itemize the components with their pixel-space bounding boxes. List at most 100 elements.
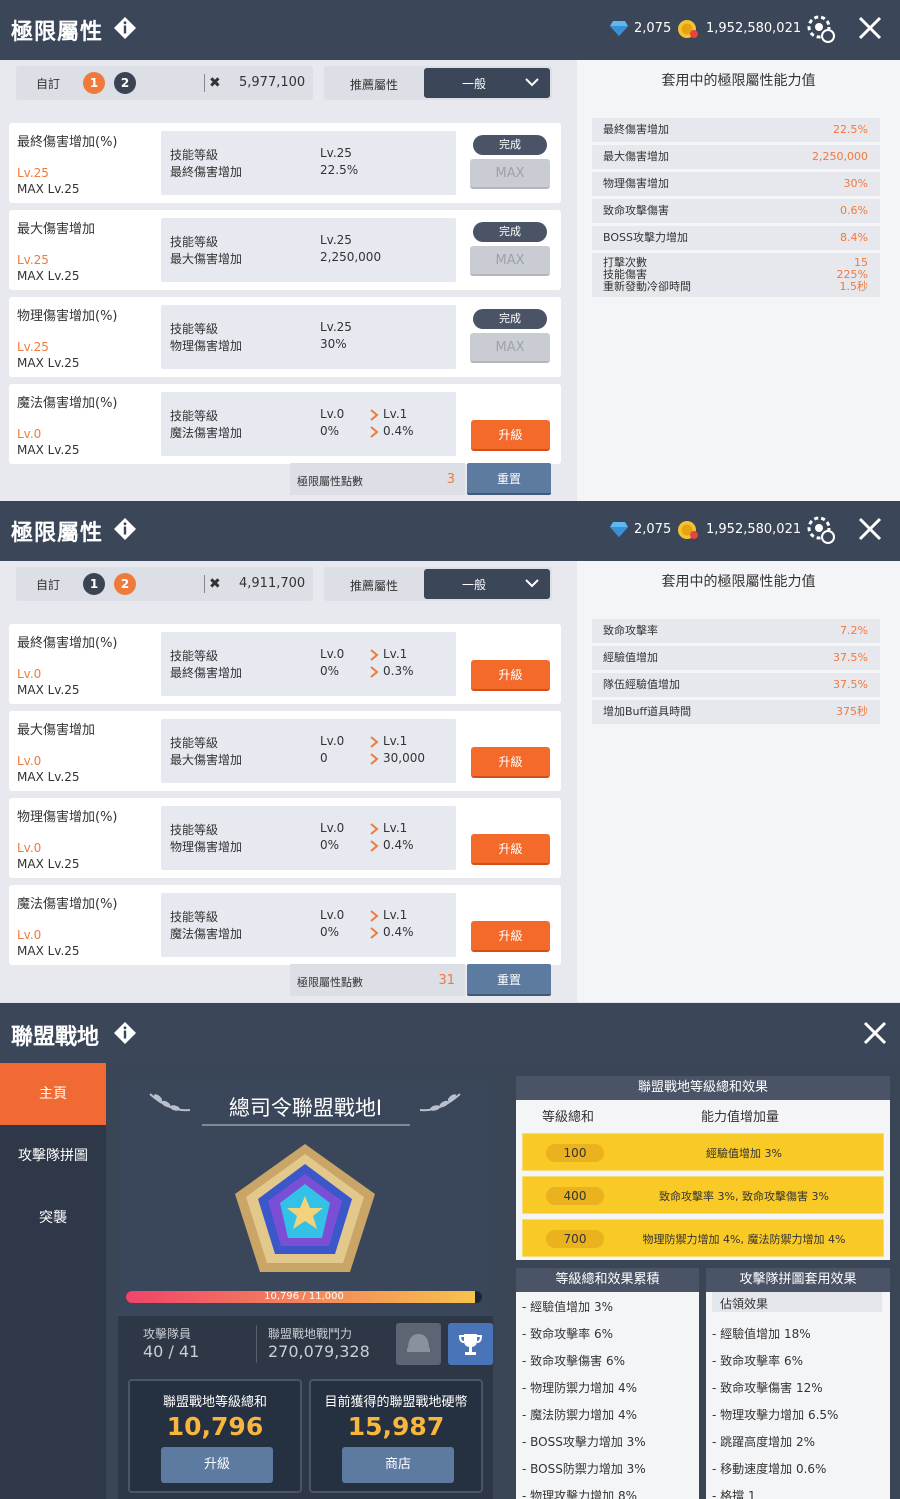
stat-value: 7.2% [840, 624, 868, 637]
settings-icon[interactable] [806, 14, 836, 44]
close-icon[interactable] [858, 16, 882, 40]
level-pill: 400 [546, 1187, 604, 1205]
max-button[interactable]: MAX [470, 333, 550, 363]
detail-value: 0 [320, 751, 328, 765]
attribute-detail: 技能等級 物理傷害增加 Lv.0 0% Lv.1 0.4% [161, 806, 456, 870]
title-bar: 極限屬性 2,075 1,952,580,021 [0, 501, 900, 561]
stat-row: 增加Buff道具時間 375秒 [592, 700, 880, 724]
upgrade-button[interactable]: 升級 [471, 921, 550, 952]
stat-key: 最大傷害增加 [603, 150, 669, 163]
stat-value: 37.5% [833, 651, 868, 664]
attribute-level: Lv.25 [17, 340, 49, 354]
upgrade-button[interactable]: 升級 [471, 747, 550, 778]
detail-value: Lv.25 [320, 146, 352, 160]
stat-row: 致命攻擊率 7.2% [592, 619, 880, 643]
stat-key: 最終傷害增加 [603, 123, 669, 136]
points-bar: 極限屬性點數 3 [290, 463, 465, 495]
detail-value: 22.5% [320, 163, 359, 177]
detail-value: 2,250,000 [320, 250, 382, 264]
preset-1-tab[interactable]: 1 [83, 573, 105, 595]
recommend-dropdown[interactable]: 一般 [424, 68, 550, 98]
applied-stats-title: 套用中的極限屬性能力值 [661, 574, 816, 590]
ranking-button[interactable] [448, 1323, 493, 1365]
reset-button[interactable]: 重置 [467, 964, 551, 996]
points-value: 31 [438, 973, 455, 988]
preset-1-tab[interactable]: 1 [83, 72, 105, 94]
detail-key: 物理傷害增加 [170, 339, 243, 353]
detail-value: 0% [320, 838, 340, 852]
applied-stats-panel: 套用中的極限屬性能力值 致命攻擊率 7.2% 經驗值增加 37.5% 隊伍經驗值增加… [577, 561, 900, 1002]
progress-text: 10,796 / 11,000 [264, 1291, 344, 1302]
upgrade-button[interactable]: 升級 [471, 834, 550, 865]
column-header: 等級總和 [542, 1110, 595, 1125]
stat-value: 2,250,000 [812, 150, 868, 163]
nav-home[interactable]: 主頁 [0, 1063, 106, 1125]
chevron-right-icon [370, 426, 379, 438]
stats-row: 攻擊隊員 40 / 41 聯盟戰地戰鬥力 270,079,328 [126, 1319, 493, 1369]
next-value: Lv.1 [383, 647, 408, 661]
upgrade-button[interactable]: 升級 [471, 420, 550, 451]
level-effect-row: 100 經驗值增加 3% [522, 1133, 884, 1171]
detail-value: Lv.0 [320, 647, 345, 661]
info-icon[interactable] [113, 517, 137, 541]
page-title: 極限屬性 [11, 20, 104, 45]
level-up-button[interactable]: 升級 [161, 1447, 273, 1483]
attribute-name: 魔法傷害增加(%) [17, 897, 118, 912]
attribute-card: 魔法傷害增加(%) Lv.0 MAX Lv.25 技能等級 魔法傷害增加 Lv.… [9, 384, 561, 464]
points-value: 3 [446, 472, 455, 487]
shop-button[interactable]: 商店 [342, 1447, 454, 1483]
stat-key: 致命攻擊傷害 [603, 204, 669, 217]
settings-icon[interactable] [806, 515, 836, 545]
chevron-right-icon [370, 910, 379, 922]
chevron-right-icon [370, 840, 379, 852]
stat-value: 30% [843, 177, 868, 190]
helmet-button[interactable] [396, 1323, 441, 1365]
stat-row: 致命攻擊傷害 0.6% [592, 199, 880, 223]
recommend-dropdown[interactable]: 一般 [424, 569, 550, 599]
power-value: 270,079,328 [268, 1342, 370, 1361]
preset-2-tab[interactable]: 2 [114, 72, 136, 94]
rank-progress-bar: 10,796 / 11,000 [126, 1291, 482, 1303]
detail-value: Lv.0 [320, 821, 345, 835]
stat-value: 22.5% [833, 123, 868, 136]
next-value: Lv.1 [383, 908, 408, 922]
detail-value: 30% [320, 337, 347, 351]
list-item: - 物理防禦力增加 4% [522, 1381, 637, 1395]
points-label: 極限屬性點數 [297, 976, 363, 989]
max-button[interactable]: MAX [470, 246, 550, 276]
detail-key: 技能等級 [170, 409, 219, 423]
occupy-effect-label: 佔領效果 [720, 1297, 769, 1311]
panel-limit-attributes-1: 極限屬性 2,075 1,952,580,021 自訂 1 2 ✖ 5,977,… [0, 0, 900, 501]
attribute-level: Lv.25 [17, 166, 49, 180]
close-icon[interactable] [863, 1021, 887, 1045]
reset-button[interactable]: 重置 [467, 463, 551, 495]
detail-key: 最終傷害增加 [170, 165, 243, 179]
detail-value: Lv.25 [320, 233, 352, 247]
attribute-card: 最大傷害增加 Lv.25 MAX Lv.25 技能等級 最大傷害增加 Lv.25… [9, 210, 561, 290]
detail-key: 技能等級 [170, 910, 219, 924]
detail-value: 0% [320, 424, 340, 438]
stat-row: 最終傷害增加 22.5% [592, 118, 880, 142]
level-effect-row: 400 致命攻擊率 3%, 致命攻擊傷害 3% [522, 1176, 884, 1214]
puzzle-effects-list: 佔領效果 - 經驗值增加 18% - 致命攻擊率 6% - 致命攻擊傷害 12%… [706, 1292, 890, 1499]
nav-attack-puzzle[interactable]: 攻擊隊拼圖 [0, 1125, 106, 1187]
detail-key: 技能等級 [170, 148, 219, 162]
detail-key: 技能等級 [170, 322, 219, 336]
next-value: 0.4% [383, 838, 414, 852]
attribute-level: Lv.0 [17, 427, 42, 441]
level-sum-box: 聯盟戰地等級總和 10,796 升級 [128, 1379, 302, 1493]
chevron-right-icon [370, 649, 379, 661]
level-effect-text: 經驗值增加 3% [706, 1147, 782, 1160]
preset-2-tab[interactable]: 2 [114, 573, 136, 595]
upgrade-button[interactable]: 升級 [471, 660, 550, 691]
coin-count: 1,952,580,021 [706, 522, 802, 537]
max-button[interactable]: MAX [470, 159, 550, 189]
detail-key: 技能等級 [170, 736, 219, 750]
chevron-right-icon [370, 409, 379, 421]
coin-value: 15,987 [347, 1412, 445, 1441]
next-value: 0.3% [383, 664, 414, 678]
close-icon[interactable] [858, 517, 882, 541]
info-icon[interactable] [113, 16, 137, 40]
nav-raid[interactable]: 突襲 [0, 1187, 106, 1249]
info-icon[interactable] [113, 1021, 137, 1045]
